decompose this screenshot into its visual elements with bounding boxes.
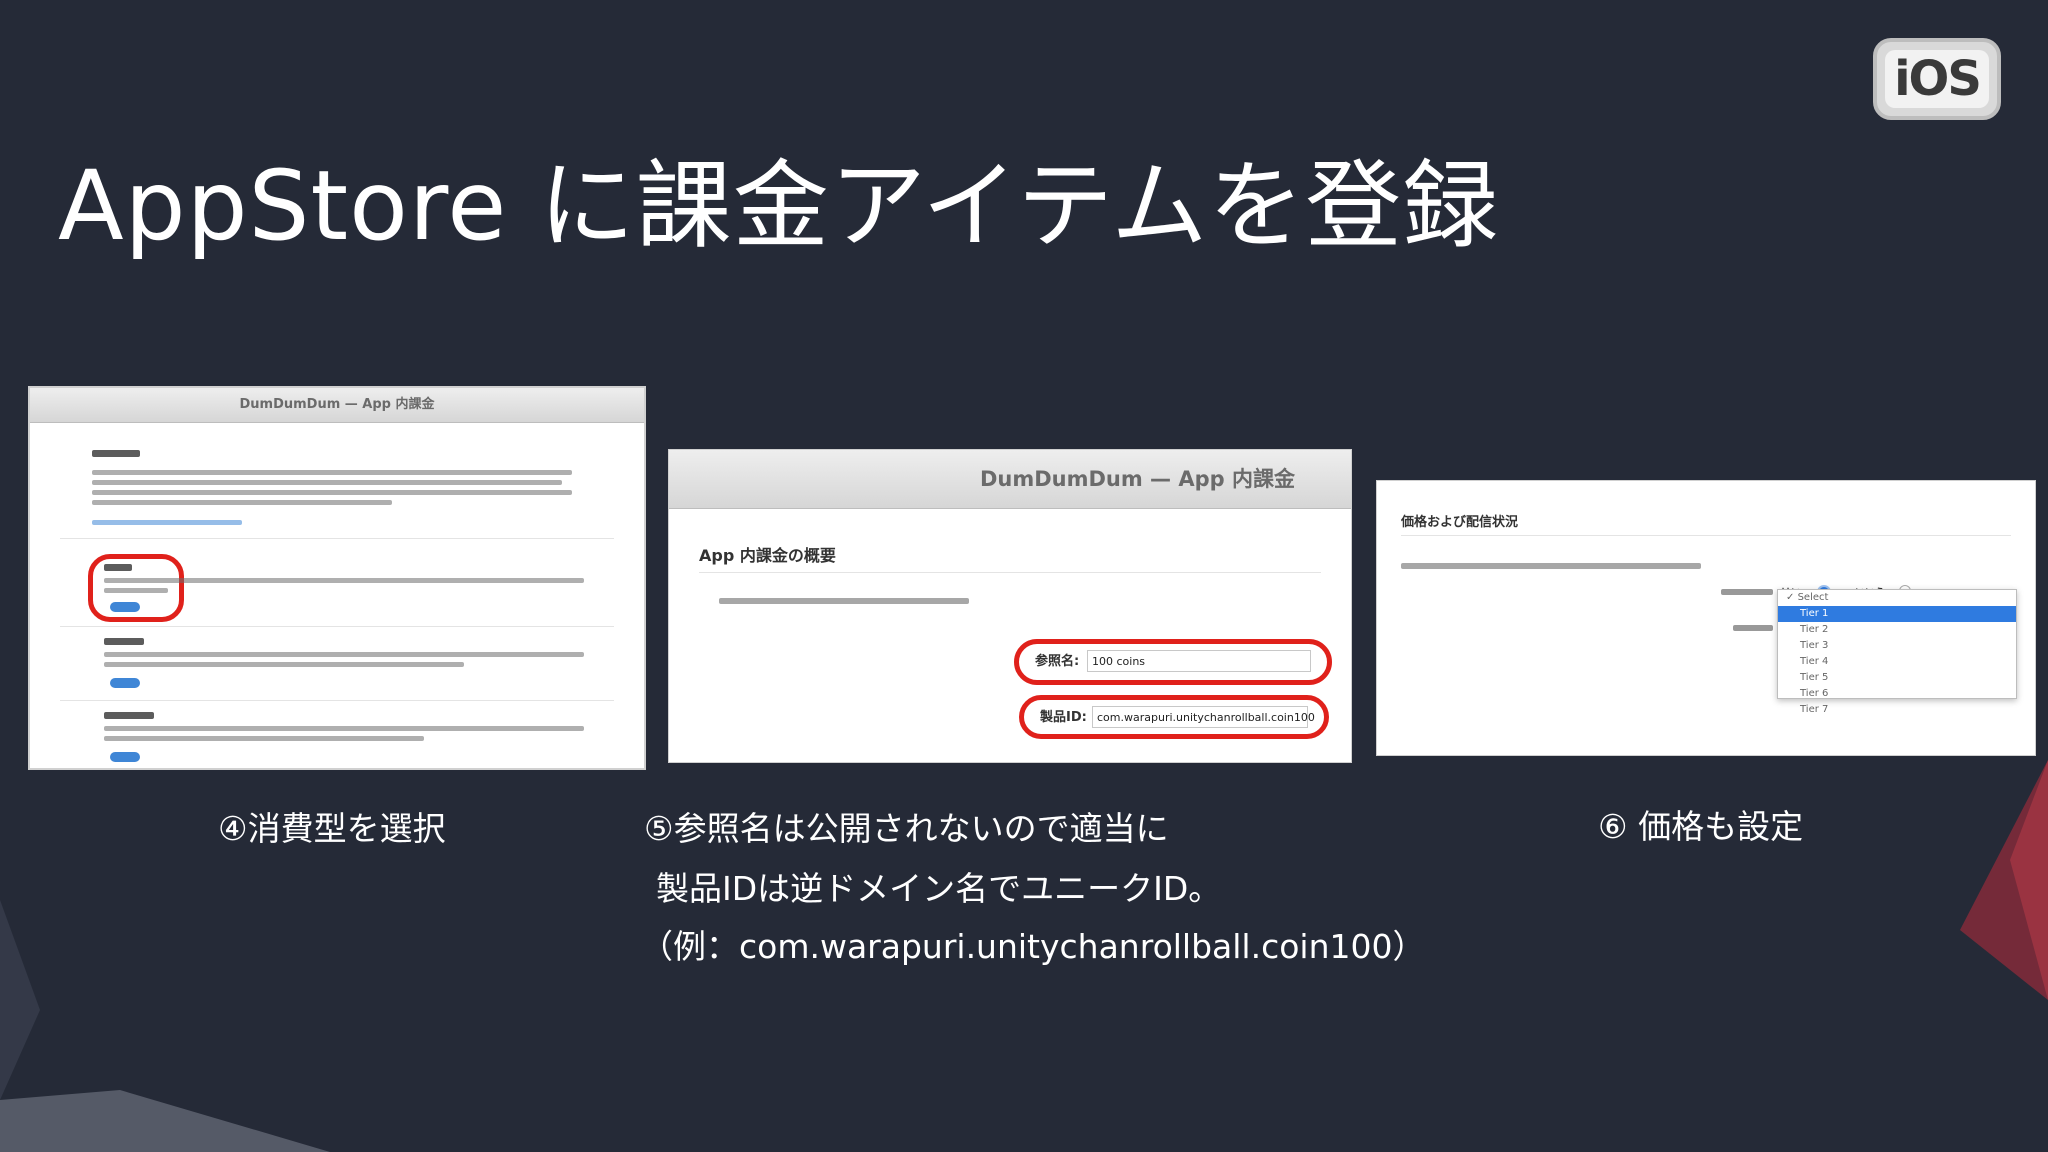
window-title-bar: DumDumDum — App 内課金: [30, 388, 644, 423]
tier-option[interactable]: ✓ Select: [1778, 590, 2016, 606]
tier-option[interactable]: Tier 1: [1778, 606, 2016, 622]
window-title: DumDumDum — App 内課金: [979, 467, 1295, 491]
screenshot-ref-name-product-id: DumDumDum — App 内課金 App 内課金の概要 参照名: 100 …: [668, 449, 1352, 763]
select-subscription-button[interactable]: [110, 752, 140, 762]
tier-option[interactable]: Tier 5: [1778, 670, 2016, 686]
ios-logo-icon: iOS: [1885, 50, 1989, 108]
product-id-row: 製品ID: com.warapuri.unitychanrollball.coi…: [1019, 695, 1329, 739]
product-id-input[interactable]: com.warapuri.unitychanrollball.coin100: [1092, 706, 1315, 728]
tier-option[interactable]: Tier 7: [1778, 702, 2016, 718]
section-title: App 内課金の概要: [699, 546, 836, 565]
price-tier-dropdown[interactable]: ✓ Select Tier 1 Tier 2 Tier 3 Tier 4 Tie…: [1777, 589, 2017, 715]
ios-badge: iOS: [1873, 38, 2001, 120]
tier-option[interactable]: Tier 3: [1778, 638, 2016, 654]
window-title-bar: DumDumDum — App 内課金: [669, 450, 1351, 509]
caption-step4: ④消費型を選択: [218, 809, 446, 848]
caption-step6: ⑥ 価格も設定: [1598, 807, 1804, 846]
screenshot-pricing: 価格および配信状況 はい いいえ ✓ Select Tier 1 Tier 2 …: [1376, 480, 2036, 756]
caption-step5-line1: ⑤参照名は公開されないので適当に: [644, 809, 1169, 848]
caption-step5-line2: 製品IDは逆ドメイン名でユニークID。: [656, 869, 1222, 908]
caption-step5-line3: （例：com.warapuri.unitychanrollball.coin10…: [640, 927, 1426, 966]
screenshot-consumable-type: DumDumDum — App 内課金: [28, 386, 646, 770]
tier-option[interactable]: Tier 2: [1778, 622, 2016, 638]
tier-option[interactable]: Tier 6: [1778, 686, 2016, 702]
ref-name-input[interactable]: 100 coins: [1087, 650, 1311, 672]
section-title: 価格および配信状況: [1401, 515, 1519, 530]
select-consumable-button[interactable]: [110, 602, 140, 612]
slide-title: AppStore に課金アイテムを登録: [58, 150, 1500, 262]
select-nonconsumable-button[interactable]: [110, 678, 140, 688]
window-title: DumDumDum — App 内課金: [239, 397, 435, 412]
ref-name-label: 参照名:: [1035, 654, 1080, 669]
ref-name-row: 参照名: 100 coins: [1014, 639, 1332, 685]
product-id-label: 製品ID:: [1040, 710, 1087, 725]
tier-option[interactable]: Tier 4: [1778, 654, 2016, 670]
